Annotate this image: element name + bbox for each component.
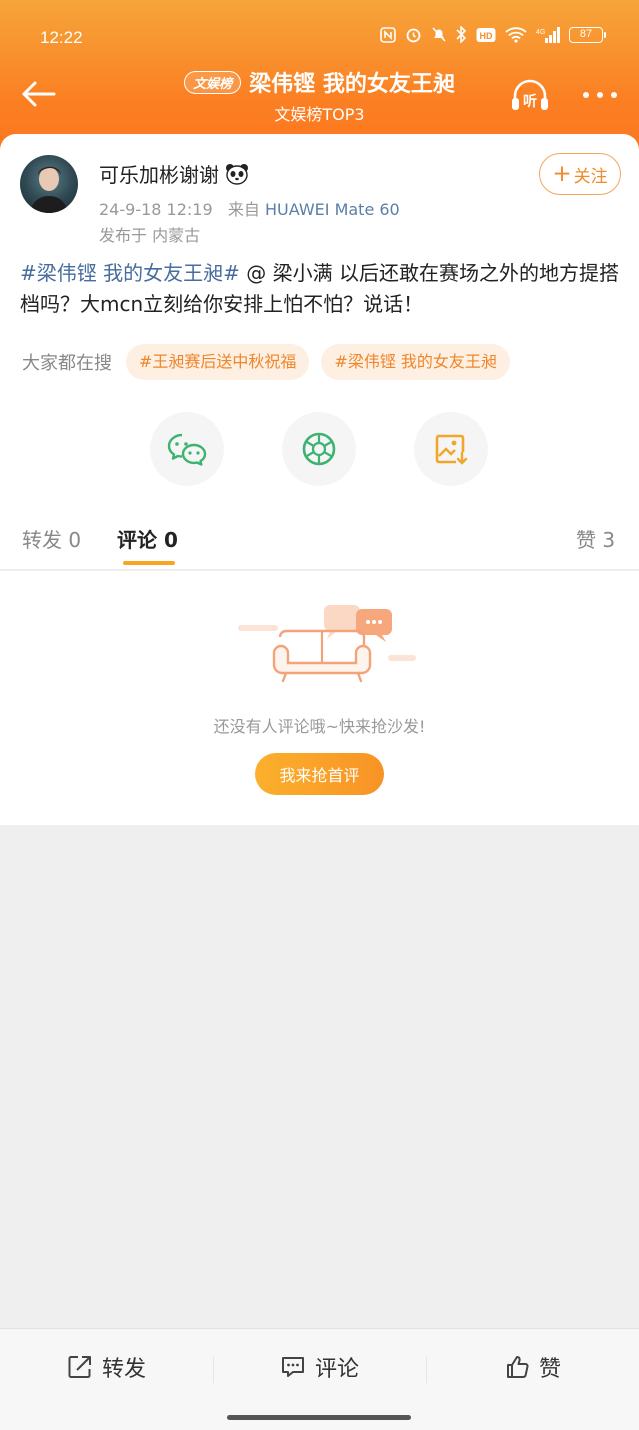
topic-link[interactable]: #梁伟铿 我的女友王昶# bbox=[20, 261, 240, 285]
repost-button[interactable]: 转发 bbox=[0, 1351, 213, 1383]
listen-icon[interactable]: 听 bbox=[510, 78, 550, 112]
like-button[interactable]: 赞 bbox=[426, 1351, 639, 1383]
post-source-prefix: 来自 bbox=[227, 200, 260, 219]
alarm-icon bbox=[406, 28, 421, 43]
tab-like[interactable]: 赞 3 bbox=[576, 524, 615, 553]
trending-search-label: 大家都在搜 bbox=[22, 353, 112, 374]
listen-label: 听 bbox=[523, 93, 537, 110]
share-row bbox=[150, 412, 488, 486]
empty-sofa-illustration bbox=[238, 605, 416, 683]
wifi-icon bbox=[505, 26, 527, 43]
post-body: #梁伟铿 我的女友王昶# @ 梁小满 以后还敢在赛场之外的地方提搭档吗？大mcn… bbox=[20, 258, 620, 320]
comment-label: 评论 bbox=[314, 1357, 359, 1382]
follow-label: 关注 bbox=[573, 166, 608, 187]
hd-icon: HD bbox=[476, 27, 496, 42]
tab-comment[interactable]: 评论 0 bbox=[117, 524, 178, 553]
tab-repost[interactable]: 转发 0 bbox=[22, 524, 81, 553]
bluetooth-icon bbox=[456, 26, 467, 43]
more-options-icon[interactable] bbox=[582, 91, 618, 99]
status-bar: 12:22 HD 4G 87 bbox=[0, 24, 639, 54]
empty-comments-text: 还没有人评论哦~快来抢沙发! bbox=[213, 717, 426, 736]
page-title: 梁伟铿 我的女友王昶 bbox=[249, 72, 455, 97]
username[interactable]: 可乐加彬谢谢 bbox=[99, 159, 249, 188]
thumbs-up-icon bbox=[506, 1356, 529, 1378]
bottom-action-bar: 转发 评论 赞 bbox=[0, 1328, 639, 1430]
post-tabs: 转发 0 评论 0 赞 3 bbox=[0, 502, 639, 570]
save-image-icon bbox=[435, 434, 468, 465]
ranking-tag: 文娱榜 bbox=[184, 70, 242, 94]
svg-text:4G: 4G bbox=[536, 29, 545, 36]
search-chip[interactable]: #梁伟铿 我的女友王昶 bbox=[321, 344, 510, 380]
share-wechat-button[interactable] bbox=[150, 412, 224, 486]
status-icons: HD 4G 87 bbox=[380, 26, 606, 43]
first-comment-button[interactable]: 我来抢首评 bbox=[255, 753, 384, 795]
mute-icon bbox=[432, 27, 446, 42]
trending-search-row: 大家都在搜 #王昶赛后送中秋祝福 #梁伟铿 我的女友王昶 bbox=[22, 344, 510, 380]
share-moments-button[interactable] bbox=[282, 412, 356, 486]
post-device[interactable]: HUAWEI Mate 60 bbox=[265, 200, 400, 219]
repost-icon bbox=[68, 1356, 91, 1378]
panda-icon bbox=[226, 163, 248, 185]
repost-label: 转发 bbox=[101, 1357, 146, 1382]
signal-icon: 4G bbox=[536, 26, 560, 43]
svg-text:HD: HD bbox=[480, 31, 493, 41]
empty-comments: 还没有人评论哦~快来抢沙发! 我来抢首评 bbox=[0, 571, 639, 825]
post-location: 发布于 内蒙古 bbox=[99, 226, 201, 245]
post-date: 24-9-18 12:19 bbox=[99, 200, 213, 219]
home-indicator[interactable] bbox=[227, 1415, 411, 1420]
username-text: 可乐加彬谢谢 bbox=[99, 163, 219, 187]
plus-icon: + bbox=[552, 160, 572, 187]
avatar-image bbox=[30, 166, 68, 213]
battery-indicator: 87 bbox=[569, 26, 606, 43]
search-chip[interactable]: #王昶赛后送中秋祝福 bbox=[126, 344, 310, 380]
avatar[interactable] bbox=[20, 155, 78, 213]
comment-button[interactable]: 评论 bbox=[213, 1351, 426, 1383]
follow-button[interactable]: + 关注 bbox=[539, 153, 621, 195]
wechat-icon bbox=[167, 433, 207, 466]
status-time: 12:22 bbox=[40, 28, 83, 47]
like-label: 赞 bbox=[538, 1357, 561, 1382]
nfc-icon bbox=[380, 26, 396, 43]
comment-icon bbox=[281, 1357, 304, 1377]
post-meta: 24-9-18 12:19 来自 HUAWEI Mate 60 bbox=[99, 196, 400, 220]
active-tab-indicator bbox=[123, 561, 175, 565]
moments-icon bbox=[302, 432, 336, 466]
save-image-button[interactable] bbox=[414, 412, 488, 486]
